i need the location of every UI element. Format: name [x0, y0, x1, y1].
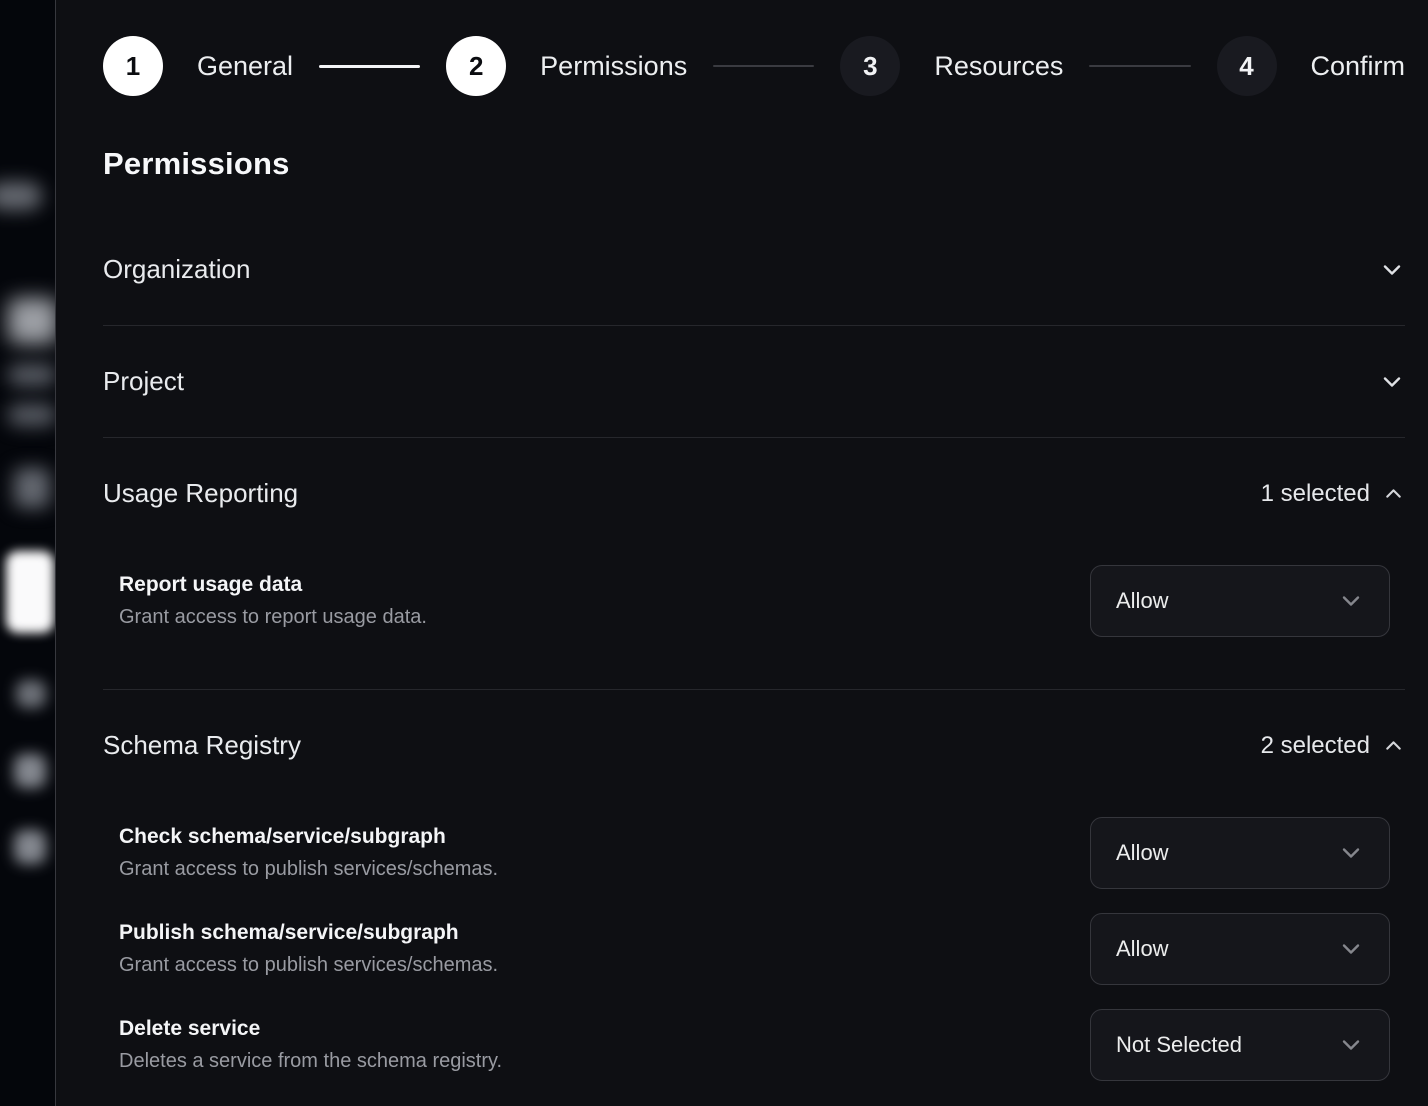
step-general[interactable]: 1 General — [103, 36, 293, 96]
chevron-down-icon — [1338, 936, 1364, 962]
step-number-badge: 4 — [1217, 36, 1277, 96]
step-connector — [319, 65, 420, 68]
blurred-sidebar-card — [6, 551, 54, 633]
selected-count-badge: 1 selected — [1261, 480, 1370, 508]
permission-title: Report usage data — [119, 573, 427, 597]
section-title: Usage Reporting — [103, 478, 298, 509]
section-header-schema-registry[interactable]: Schema Registry 2 selected — [103, 690, 1405, 801]
chevron-down-icon — [1338, 840, 1364, 866]
step-resources[interactable]: 3 Resources — [840, 36, 1063, 96]
permission-description: Grant access to publish services/schemas… — [119, 858, 498, 881]
permission-list: Check schema/service/subgraph Grant acce… — [103, 801, 1405, 1106]
permission-description: Grant access to publish services/schemas… — [119, 954, 498, 977]
permission-title: Delete service — [119, 1017, 502, 1041]
permission-description: Deletes a service from the schema regist… — [119, 1050, 502, 1073]
blurred-sidebar-heading — [8, 298, 55, 344]
permission-title: Check schema/service/subgraph — [119, 825, 498, 849]
screen: 1 General 2 Permissions 3 Resources 4 Co… — [0, 0, 1428, 1106]
section-header-usage-reporting[interactable]: Usage Reporting 1 selected — [103, 438, 1405, 549]
section-header-project[interactable]: Project — [103, 326, 1405, 437]
permission-description: Grant access to report usage data. — [119, 606, 427, 629]
permission-select-publish-schema[interactable]: Allow — [1090, 913, 1390, 985]
page-title: Permissions — [103, 146, 1405, 182]
step-confirm[interactable]: 4 Confirm — [1217, 36, 1406, 96]
select-value: Allow — [1116, 936, 1169, 962]
step-connector — [1089, 65, 1190, 67]
section-title: Organization — [103, 254, 250, 285]
permission-select-check-schema[interactable]: Allow — [1090, 817, 1390, 889]
section-usage-reporting: Usage Reporting 1 selected Report usage … — [103, 438, 1405, 690]
selected-count-badge: 2 selected — [1261, 732, 1370, 760]
step-number-badge: 2 — [446, 36, 506, 96]
blurred-sidebar-pill — [0, 182, 42, 210]
permission-row-check-schema: Check schema/service/subgraph Grant acce… — [119, 817, 1390, 889]
create-token-wizard-panel: 1 General 2 Permissions 3 Resources 4 Co… — [55, 0, 1428, 1106]
section-title: Schema Registry — [103, 730, 301, 761]
step-label: Confirm — [1311, 51, 1406, 82]
step-label: General — [197, 51, 293, 82]
blurred-sidebar-text-line — [8, 364, 55, 386]
step-label: Permissions — [540, 51, 687, 82]
wizard-stepper: 1 General 2 Permissions 3 Resources 4 Co… — [103, 36, 1405, 96]
step-label: Resources — [934, 51, 1063, 82]
chevron-down-icon — [1338, 1032, 1364, 1058]
blurred-sidebar-icon — [14, 468, 50, 508]
select-value: Not Selected — [1116, 1032, 1242, 1058]
select-value: Allow — [1116, 840, 1169, 866]
step-number-badge: 1 — [103, 36, 163, 96]
chevron-up-icon — [1382, 482, 1405, 505]
step-permissions[interactable]: 2 Permissions — [446, 36, 687, 96]
permission-select-delete-service[interactable]: Not Selected — [1090, 1009, 1390, 1081]
section-organization: Organization — [103, 214, 1405, 326]
step-connector — [713, 65, 814, 67]
blurred-sidebar-nav-item — [14, 830, 46, 864]
chevron-down-icon — [1338, 588, 1364, 614]
permission-title: Publish schema/service/subgraph — [119, 921, 498, 945]
blurred-sidebar-nav-item — [14, 754, 46, 788]
background-app-sidebar — [0, 0, 55, 1106]
section-header-organization[interactable]: Organization — [103, 214, 1405, 325]
permission-row-report-usage-data: Report usage data Grant access to report… — [119, 565, 1390, 637]
permission-select-report-usage-data[interactable]: Allow — [1090, 565, 1390, 637]
blurred-sidebar-text-line — [8, 404, 55, 426]
permission-row-delete-service: Delete service Deletes a service from th… — [119, 1009, 1390, 1081]
section-schema-registry: Schema Registry 2 selected Check schema/… — [103, 690, 1405, 1106]
permission-sections: Organization Project Usage Reporting — [103, 214, 1405, 1106]
section-project: Project — [103, 326, 1405, 438]
permission-list: Report usage data Grant access to report… — [103, 549, 1405, 689]
chevron-down-icon — [1379, 257, 1405, 283]
blurred-sidebar-nav-item — [16, 680, 46, 708]
chevron-down-icon — [1379, 369, 1405, 395]
permission-row-publish-schema: Publish schema/service/subgraph Grant ac… — [119, 913, 1390, 985]
step-number-badge: 3 — [840, 36, 900, 96]
section-title: Project — [103, 366, 184, 397]
select-value: Allow — [1116, 588, 1169, 614]
chevron-up-icon — [1382, 734, 1405, 757]
